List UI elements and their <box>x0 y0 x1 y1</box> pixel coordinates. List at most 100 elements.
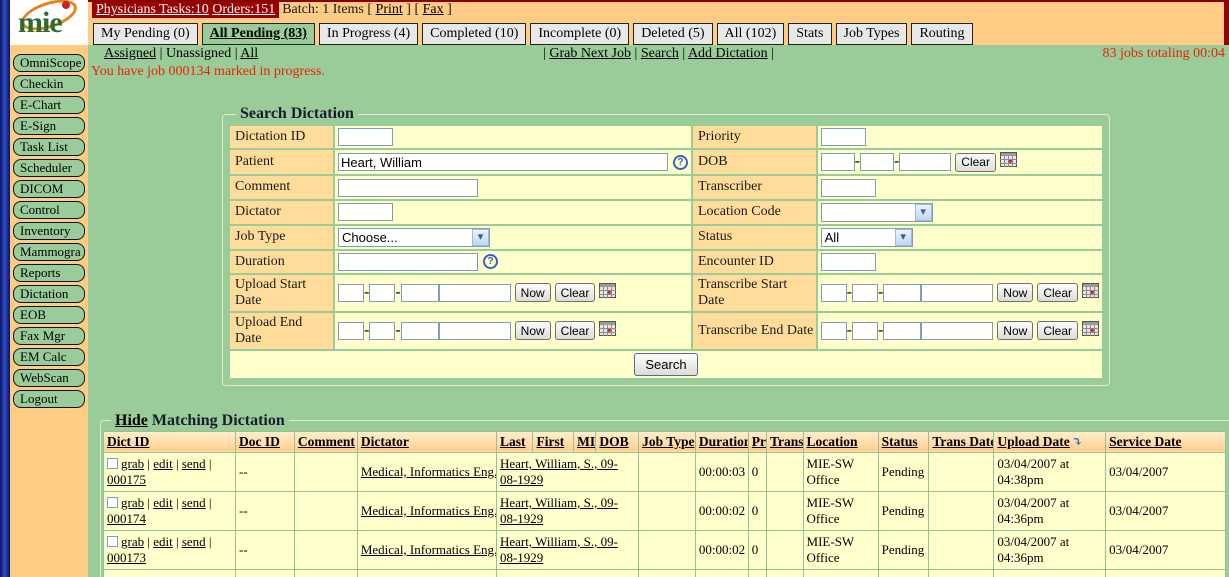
sort-link-job-type[interactable]: Job Type <box>642 434 694 449</box>
filter-assigned-link[interactable]: Assigned <box>104 46 156 61</box>
sidebar-item-logout[interactable]: Logout <box>13 390 85 408</box>
encounter-id-input[interactable] <box>821 253 876 271</box>
transcribe-start-part1-input[interactable] <box>821 284 847 302</box>
tab-in-progress-4[interactable]: In Progress (4) <box>319 23 418 45</box>
tab-job-types[interactable]: Job Types <box>836 23 908 45</box>
transcribe-start-part2-input[interactable] <box>852 284 878 302</box>
sort-link-trans-date[interactable]: Trans Date <box>932 434 993 449</box>
sidebar-item-dicom[interactable]: DICOM <box>13 180 85 198</box>
add-dictation-link[interactable]: Add Dictation <box>688 46 768 61</box>
patient-link[interactable]: Heart, William, S., 09-08-1929 <box>500 534 618 565</box>
transcribe-end-part2-input[interactable] <box>852 322 878 340</box>
sort-link-status[interactable]: Status <box>882 434 918 449</box>
sidebar-item-eob[interactable]: EOB <box>13 306 85 324</box>
upload-start-part1-input[interactable] <box>338 284 364 302</box>
location-code-select-chevron-down-icon[interactable]: ▾ <box>915 204 932 221</box>
tab-all-102[interactable]: All (102) <box>717 23 785 45</box>
dob-clear-button[interactable]: Clear <box>955 153 996 172</box>
dictator-link[interactable]: Medical, Informatics Eng. <box>361 542 497 557</box>
priority-input[interactable] <box>821 128 866 146</box>
sidebar-item-control[interactable]: Control <box>13 201 85 219</box>
filter-all-link[interactable]: All <box>240 46 258 61</box>
sort-link-last[interactable]: Last <box>500 434 526 449</box>
sidebar-item-reports[interactable]: Reports <box>13 264 85 282</box>
dictator-link[interactable]: Medical, Informatics Eng. <box>361 464 497 479</box>
transcribe-end-part3-input[interactable] <box>883 322 921 340</box>
tab-completed-10[interactable]: Completed (10) <box>422 23 526 45</box>
sidebar-item-inventory[interactable]: Inventory <box>13 222 85 240</box>
status-select[interactable]: All▾ <box>821 228 913 247</box>
transcribe-end-now-button[interactable]: Now <box>997 321 1033 340</box>
sort-link-first[interactable]: First <box>536 434 564 449</box>
transcriber-input[interactable] <box>821 179 876 197</box>
sidebar-item-omniscope[interactable]: OmniScope <box>13 54 85 72</box>
upload-start-now-button[interactable]: Now <box>515 283 551 302</box>
send-link[interactable]: send <box>182 495 206 510</box>
upload-end-part3-input[interactable] <box>401 322 439 340</box>
transcribe-end-part1-input[interactable] <box>821 322 847 340</box>
tab-my-pending-0[interactable]: My Pending (0) <box>93 23 198 45</box>
upload-end-time-input[interactable] <box>439 322 511 340</box>
job-type-select-chevron-down-icon[interactable]: ▾ <box>472 229 489 246</box>
sort-link-dict-id[interactable]: Dict ID <box>107 434 149 449</box>
sidebar-item-webscan[interactable]: WebScan <box>13 369 85 387</box>
sort-link-dob[interactable]: DOB <box>599 434 628 449</box>
sidebar-item-em-calc[interactable]: EM Calc <box>13 348 85 366</box>
grab-link[interactable]: grab <box>121 495 144 510</box>
tab-all-pending-83[interactable]: All Pending (83) <box>202 23 315 45</box>
dict-id-link[interactable]: 000173 <box>107 550 146 565</box>
orders-link[interactable]: Orders:151 <box>212 2 275 17</box>
sort-link-service-date[interactable]: Service Date <box>1109 434 1181 449</box>
row-checkbox[interactable] <box>107 536 118 547</box>
edit-link[interactable]: edit <box>153 534 173 549</box>
dob-part3-input[interactable] <box>899 153 951 171</box>
upload-end-clear-button[interactable]: Clear <box>555 321 596 340</box>
transcribe-start-part3-input[interactable] <box>883 284 921 302</box>
search-button[interactable]: Search <box>634 353 697 376</box>
row-checkbox[interactable] <box>107 497 118 508</box>
tab-deleted-5[interactable]: Deleted (5) <box>633 23 712 45</box>
sort-link-duration[interactable]: Duration <box>699 434 748 449</box>
upload-end-part1-input[interactable] <box>338 322 364 340</box>
transcribe-start-clear-button[interactable]: Clear <box>1037 283 1078 302</box>
transcribe-end-clear-button[interactable]: Clear <box>1037 321 1078 340</box>
patient-link[interactable]: Heart, William, S., 09-08-1929 <box>500 495 618 526</box>
upload-start-part2-input[interactable] <box>369 284 395 302</box>
sort-link-pri[interactable]: Pri <box>752 434 767 449</box>
upload-start-time-input[interactable] <box>439 284 511 302</box>
grab-link[interactable]: grab <box>121 534 144 549</box>
logo[interactable]: mie <box>10 0 88 45</box>
row-checkbox[interactable] <box>107 458 118 469</box>
fax-link[interactable]: Fax <box>423 2 444 17</box>
comment-input[interactable] <box>338 179 478 197</box>
grab-next-job-link[interactable]: Grab Next Job <box>549 46 631 61</box>
upload-start-calendar-icon[interactable] <box>599 283 616 303</box>
dictator-input[interactable] <box>338 203 393 221</box>
dob-calendar-icon[interactable] <box>1000 152 1017 172</box>
sidebar-item-checkin[interactable]: Checkin <box>13 75 85 93</box>
tab-incomplete-0[interactable]: Incomplete (0) <box>530 23 629 45</box>
sort-direction-icon[interactable]: ⤵ <box>1072 434 1083 450</box>
patient-help-icon[interactable]: ? <box>673 155 688 170</box>
tab-routing[interactable]: Routing <box>911 23 972 45</box>
duration-help-icon[interactable]: ? <box>483 254 498 269</box>
sidebar-item-scheduler[interactable]: Scheduler <box>13 159 85 177</box>
sidebar-item-mammogra[interactable]: Mammogra <box>13 243 85 261</box>
search-link[interactable]: Search <box>641 46 679 61</box>
hide-results-link[interactable]: Hide <box>115 412 148 429</box>
sidebar-item-task-list[interactable]: Task List <box>13 138 85 156</box>
dob-part1-input[interactable] <box>821 153 855 171</box>
sidebar-item-dictation[interactable]: Dictation <box>13 285 85 303</box>
upload-start-clear-button[interactable]: Clear <box>555 283 596 302</box>
tab-stats[interactable]: Stats <box>788 23 831 45</box>
physicians-tasks-link[interactable]: Physicians Tasks:10 <box>96 2 209 17</box>
edit-link[interactable]: edit <box>153 495 173 510</box>
sort-link-trans[interactable]: Trans <box>770 434 803 449</box>
upload-start-part3-input[interactable] <box>401 284 439 302</box>
dict-id-link[interactable]: 000175 <box>107 472 146 487</box>
sidebar-item-fax-mgr[interactable]: Fax Mgr <box>13 327 85 345</box>
upload-end-now-button[interactable]: Now <box>515 321 551 340</box>
sidebar-item-e-sign[interactable]: E-Sign <box>13 117 85 135</box>
duration-input[interactable] <box>338 253 478 271</box>
grab-link[interactable]: grab <box>121 456 144 471</box>
